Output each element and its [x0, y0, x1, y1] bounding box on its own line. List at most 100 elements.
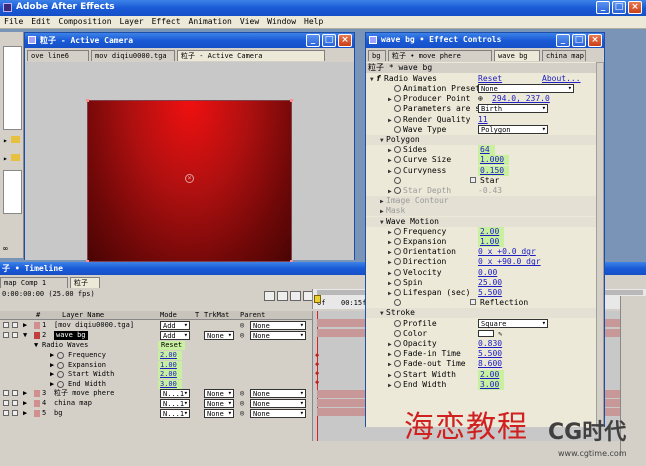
- fx-icon[interactable]: f: [376, 74, 384, 84]
- param-value[interactable]: 5.500: [478, 349, 502, 359]
- stopwatch-icon[interactable]: [394, 258, 401, 266]
- param-value[interactable]: 294.0, 237.0: [492, 94, 550, 104]
- param-value[interactable]: 25.00: [478, 278, 502, 288]
- stopwatch-icon[interactable]: [57, 371, 64, 378]
- stopwatch-icon[interactable]: [394, 156, 401, 164]
- param-value[interactable]: 11: [478, 115, 488, 125]
- timeline-layer-row[interactable]: ▶ 3 粒子 move phere N...1 None ◎ None: [0, 389, 312, 398]
- menu-file[interactable]: File: [0, 16, 27, 28]
- comp-tab[interactable]: mov diqiu0000.tga: [91, 50, 175, 61]
- eyedropper-icon[interactable]: ✎: [498, 329, 502, 339]
- timeline-layer-row[interactable]: ▶ 1 [mov diqiu0000.tga] Add ◎ None: [0, 321, 312, 330]
- mode-dropdown[interactable]: N...1: [160, 389, 190, 398]
- ec-tab[interactable]: china map: [542, 50, 586, 61]
- param-value[interactable]: 0.00: [478, 268, 497, 278]
- stopwatch-icon[interactable]: [394, 238, 401, 245]
- draft-3d-icon[interactable]: [277, 291, 288, 301]
- menu-edit[interactable]: Edit: [27, 16, 54, 28]
- close-icon[interactable]: ×: [588, 34, 602, 47]
- pickwhip-icon[interactable]: ◎: [240, 409, 244, 418]
- stopwatch-icon[interactable]: [394, 289, 401, 296]
- close-icon[interactable]: ×: [338, 34, 352, 47]
- stopwatch-icon[interactable]: [394, 95, 401, 103]
- param-value[interactable]: 2.00: [478, 226, 505, 237]
- param-value[interactable]: 1.00: [478, 237, 505, 247]
- minimize-icon[interactable]: _: [306, 34, 320, 47]
- label-color-swatch[interactable]: [34, 400, 40, 407]
- anchor-point-icon[interactable]: ×: [185, 174, 194, 183]
- eye-icon[interactable]: [3, 322, 9, 328]
- ec-scrollbar[interactable]: [596, 62, 604, 427]
- parent-dropdown[interactable]: None: [250, 331, 306, 340]
- stopwatch-icon[interactable]: [394, 329, 401, 337]
- stopwatch-icon[interactable]: [394, 299, 401, 307]
- close-icon[interactable]: ×: [628, 1, 642, 14]
- layer-handle[interactable]: [86, 99, 89, 102]
- trkmat-dropdown[interactable]: None: [204, 409, 234, 418]
- effect-reset[interactable]: Reset: [158, 341, 186, 350]
- timeline-layer-row[interactable]: ▶ 4 china map N...1 None ◎ None: [0, 399, 312, 408]
- color-swatch[interactable]: [478, 329, 494, 337]
- param-dropdown[interactable]: Square: [478, 318, 548, 328]
- param-value[interactable]: 0 x +90.0 dgr: [478, 257, 541, 267]
- menu-layer[interactable]: Layer: [116, 16, 148, 28]
- trkmat-dropdown[interactable]: None: [204, 331, 234, 340]
- pickwhip-icon[interactable]: ◎: [240, 399, 244, 408]
- stopwatch-icon[interactable]: [394, 370, 401, 378]
- keyframe-icon[interactable]: ◆: [315, 378, 319, 386]
- twirl-icon[interactable]: ▶: [50, 361, 54, 370]
- stopwatch-icon[interactable]: [394, 187, 401, 194]
- param-value[interactable]: -0.43: [478, 186, 502, 196]
- timeline-tab[interactable]: map Comp 1: [0, 277, 68, 288]
- project-list[interactable]: [3, 170, 22, 214]
- menu-composition[interactable]: Composition: [55, 16, 116, 28]
- stopwatch-icon[interactable]: [394, 248, 401, 256]
- param-value[interactable]: 8.600: [478, 359, 502, 369]
- label-color-swatch[interactable]: [34, 390, 40, 397]
- param-value[interactable]: 64: [478, 145, 495, 156]
- menu-animation[interactable]: Animation: [185, 16, 236, 28]
- stopwatch-icon[interactable]: [57, 380, 64, 388]
- mode-dropdown[interactable]: Add: [160, 321, 190, 330]
- twirl-icon[interactable]: ▶: [50, 370, 54, 379]
- eye-icon[interactable]: [3, 400, 9, 406]
- keyframe-icon[interactable]: ◆: [315, 360, 319, 368]
- maximize-icon[interactable]: □: [572, 34, 586, 47]
- ec-tab[interactable]: 粒子 • move phere: [388, 50, 492, 61]
- stopwatch-icon[interactable]: [394, 166, 401, 174]
- param-value[interactable]: 5.500: [478, 288, 502, 298]
- param-value[interactable]: 3.00: [478, 379, 505, 390]
- minimize-icon[interactable]: _: [556, 34, 570, 47]
- tree-expander[interactable]: ▸: [3, 154, 8, 163]
- pickwhip-icon[interactable]: ◎: [240, 331, 244, 340]
- mode-dropdown[interactable]: Add: [160, 331, 190, 340]
- param-value[interactable]: 2.00: [478, 369, 505, 380]
- stopwatch-icon[interactable]: [57, 361, 64, 369]
- timecode[interactable]: 0:00:00:00 (25.00 fps): [2, 290, 95, 298]
- lock-icon[interactable]: [12, 332, 18, 338]
- param-checkbox[interactable]: [470, 176, 476, 183]
- stopwatch-icon[interactable]: [394, 278, 401, 286]
- parent-dropdown[interactable]: None: [250, 389, 306, 398]
- comp-viewer[interactable]: ×: [25, 62, 354, 263]
- layer-name[interactable]: china map: [54, 399, 92, 408]
- stopwatch-icon[interactable]: [394, 125, 401, 133]
- stopwatch-icon[interactable]: [394, 360, 401, 368]
- mode-dropdown[interactable]: N...1: [160, 399, 190, 408]
- param-dropdown[interactable]: Polygon: [478, 124, 548, 134]
- pickwhip-icon[interactable]: ◎: [240, 389, 244, 398]
- lock-icon[interactable]: [12, 322, 18, 328]
- twirl-icon[interactable]: ▶: [23, 389, 27, 398]
- tree-expander[interactable]: ▸: [3, 136, 8, 145]
- label-color-swatch[interactable]: [34, 332, 40, 339]
- property-value[interactable]: 3.00: [158, 379, 182, 389]
- bit-depth-icon[interactable]: ∞: [3, 244, 8, 253]
- twirl-icon[interactable]: ▼: [34, 341, 38, 350]
- stopwatch-icon[interactable]: [394, 105, 401, 113]
- layer-name[interactable]: bg: [54, 409, 62, 418]
- lock-icon[interactable]: [12, 390, 18, 396]
- label-color-swatch[interactable]: [34, 410, 40, 417]
- menu-effect[interactable]: Effect: [148, 16, 185, 28]
- reset-link[interactable]: Reset: [478, 74, 502, 84]
- param-value[interactable]: 0.830: [478, 339, 502, 349]
